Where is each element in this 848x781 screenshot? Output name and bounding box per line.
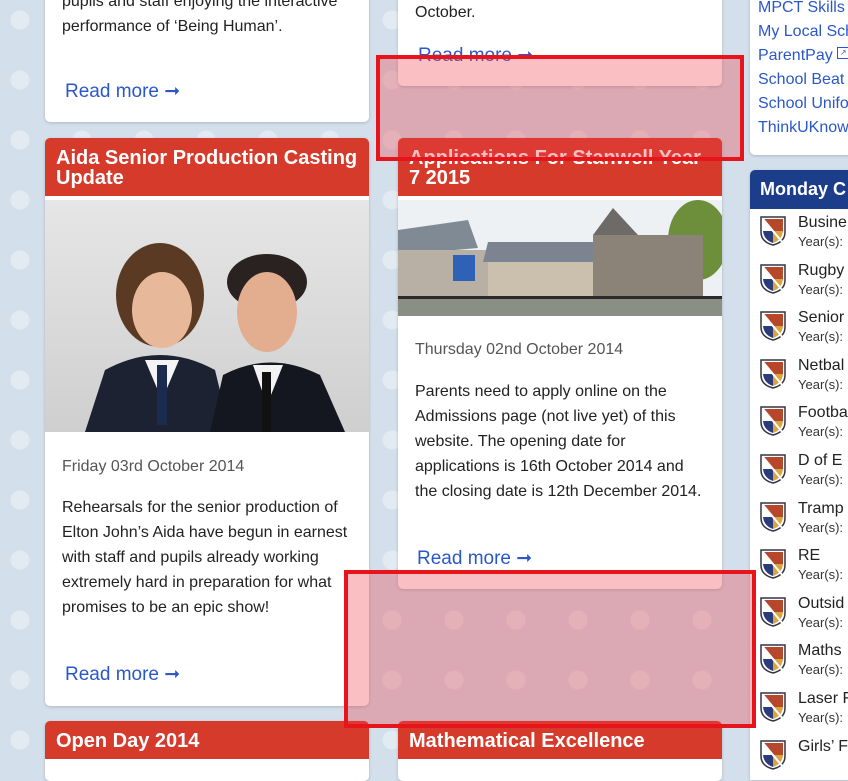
calendar-event-title: Senior — [798, 309, 845, 327]
useful-links-panel: MPCT Skills A My Local Sch ParentPay ↗ S… — [750, 0, 848, 155]
calendar-event-item[interactable]: RE Year(s): — [760, 545, 848, 591]
news-card-title[interactable]: Open Day 2014 — [45, 721, 369, 759]
calendar-event-year: Year(s): — [798, 329, 844, 345]
calendar-event-item[interactable]: Footba Year(s): — [760, 402, 848, 448]
calendar-event-title: Laser F — [798, 690, 848, 707]
calendar-event-title: Maths — [798, 642, 842, 660]
school-crest-icon — [760, 739, 786, 770]
calendar-event-title: Girls’ F — [798, 737, 848, 755]
calendar-event-title: RE — [798, 547, 821, 565]
news-card-open-day: Open Day 2014 — [45, 721, 369, 781]
school-crest-icon — [760, 644, 786, 675]
link-school-uniform[interactable]: School Unifo — [758, 92, 848, 116]
highlight-box-top — [376, 55, 744, 161]
calendar-event-title: Rugby — [798, 261, 845, 279]
school-building-image — [398, 200, 722, 316]
calendar-event-year: Year(s): — [798, 472, 844, 487]
read-more-link[interactable]: Read more ➞ — [417, 547, 532, 570]
news-card-date: Thursday 02nd October 2014 — [415, 341, 624, 358]
calendar-event-title: Netbal — [798, 356, 845, 374]
link-thinkuknow[interactable]: ThinkUKnow — [758, 116, 848, 140]
calendar-event-item[interactable]: Busine Year(s): — [760, 212, 848, 258]
school-crest-icon — [760, 549, 786, 579]
school-crest-icon — [760, 216, 786, 246]
school-crest-icon — [760, 501, 786, 532]
links-list: MPCT Skills A My Local Sch ParentPay ↗ S… — [758, 0, 848, 140]
calendar-header: Monday C — [750, 170, 848, 209]
read-more-link[interactable]: Read more ➞ — [65, 80, 180, 103]
calendar-event-title: Tramp — [798, 499, 844, 517]
calendar-event-item[interactable]: Rugby Year(s): — [760, 260, 848, 306]
link-mpct-skills[interactable]: MPCT Skills A — [758, 0, 848, 20]
highlight-box-bottom — [344, 570, 756, 728]
news-card-photo[interactable] — [45, 200, 369, 432]
news-card-text: Rehearsals for the senior production of … — [62, 499, 348, 616]
calendar-event-item[interactable]: Maths Year(s): — [760, 640, 848, 686]
link-parentpay[interactable]: ParentPay — [758, 47, 833, 64]
calendar-event-year: Year(s): — [798, 614, 844, 630]
students-photo-image — [85, 243, 345, 432]
link-my-local-school[interactable]: My Local Sch — [758, 20, 848, 44]
calendar-event-title: Footba — [798, 404, 848, 422]
school-crest-icon — [760, 406, 786, 437]
news-card-date: Friday 03rd October 2014 — [62, 458, 245, 475]
calendar-event-year: Year(s): — [798, 567, 844, 583]
school-crest-icon — [760, 359, 786, 389]
school-crest-icon — [760, 263, 786, 294]
news-card-text: Parents need to apply online on the Admi… — [415, 383, 702, 500]
calendar-event-year: Year(s): — [798, 710, 844, 725]
calendar-event-item[interactable]: Laser F Year(s): — [760, 688, 848, 734]
calendar-event-item[interactable]: Senior Year(s): — [760, 307, 848, 353]
read-more-link[interactable]: Read more ➞ — [65, 663, 180, 686]
news-card-text: October. — [415, 4, 476, 21]
calendar-event-year: Year(s): — [798, 281, 844, 297]
news-card-text: pupils and staff enjoying the interactiv… — [62, 0, 338, 35]
calendar-event-item[interactable]: Girls’ F — [760, 736, 848, 780]
news-card-photo[interactable] — [398, 200, 722, 316]
school-crest-icon — [760, 692, 786, 722]
school-crest-icon — [760, 454, 786, 484]
calendar-event-item[interactable]: Outsid Year(s): — [760, 593, 848, 639]
calendar-event-item[interactable]: D of E Year(s): — [760, 450, 848, 496]
link-school-beat[interactable]: School Beat — [758, 68, 848, 92]
calendar-event-year: Year(s): — [798, 376, 844, 392]
calendar-panel: Monday C Busine Year(s): Rugby Year(s): Se… — [750, 170, 848, 780]
calendar-event-year: Year(s): — [798, 519, 844, 535]
news-card-title[interactable]: Aida Senior Production Casting Update — [45, 138, 369, 196]
school-crest-icon — [760, 311, 786, 341]
external-link-icon: ↗ — [837, 47, 848, 59]
news-card-maths: Mathematical Excellence — [398, 721, 722, 781]
calendar-event-year: Year(s): — [798, 424, 844, 440]
calendar-event-title: D of E — [798, 452, 843, 469]
calendar-event-year: Year(s): — [798, 234, 844, 249]
news-card-applications: Applications For Stanwell Year 7 2015 Th… — [398, 138, 722, 589]
news-card-being-human: pupils and staff enjoying the interactiv… — [45, 0, 369, 122]
calendar-event-item[interactable]: Netbal Year(s): — [760, 355, 848, 401]
news-card-aida: Aida Senior Production Casting Update Fr… — [45, 138, 369, 706]
school-crest-icon — [760, 597, 786, 627]
link-parentpay-row[interactable]: ParentPay ↗ — [758, 44, 848, 68]
calendar-event-title: Busine — [798, 214, 847, 231]
calendar-event-year: Year(s): — [798, 662, 844, 678]
calendar-event-item[interactable]: Tramp Year(s): — [760, 498, 848, 544]
calendar-event-title: Outsid — [798, 594, 845, 612]
